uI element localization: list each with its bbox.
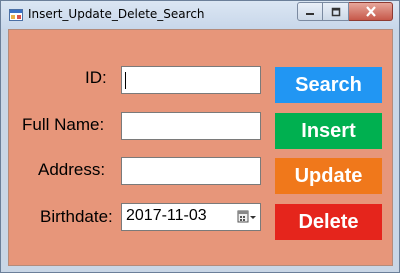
maximize-button[interactable] (323, 2, 349, 21)
app-icon (9, 8, 23, 21)
fullname-input[interactable] (121, 112, 261, 140)
birthdate-label: Birthdate: (40, 207, 113, 226)
birthdate-picker[interactable]: 2017-11-03 (121, 203, 261, 231)
calendar-dropdown-icon[interactable] (237, 210, 257, 224)
id-label: ID: (85, 68, 107, 87)
window-controls (297, 2, 393, 21)
fullname-label: Full Name: (22, 115, 105, 134)
text-caret (125, 72, 126, 89)
insert-button[interactable]: Insert (275, 113, 382, 149)
minimize-icon (305, 7, 315, 17)
delete-button[interactable]: Delete (275, 204, 382, 240)
maximize-icon (331, 7, 341, 17)
address-input[interactable] (121, 157, 261, 185)
address-label: Address: (38, 160, 106, 179)
close-icon (365, 6, 377, 17)
title-bar[interactable]: Insert_Update_Delete_Search (1, 1, 399, 29)
app-window: Insert_Update_Delete_Search ID: Search F… (0, 0, 400, 273)
id-input[interactable] (121, 66, 261, 94)
window-title: Insert_Update_Delete_Search (28, 7, 205, 21)
search-button[interactable]: Search (275, 67, 382, 103)
form-client-area: ID: Search Full Name: Insert Address: Up… (8, 29, 393, 266)
birthdate-value: 2017-11-03 (126, 207, 207, 224)
update-button[interactable]: Update (275, 158, 382, 194)
close-button[interactable] (349, 2, 393, 21)
minimize-button[interactable] (297, 2, 323, 21)
